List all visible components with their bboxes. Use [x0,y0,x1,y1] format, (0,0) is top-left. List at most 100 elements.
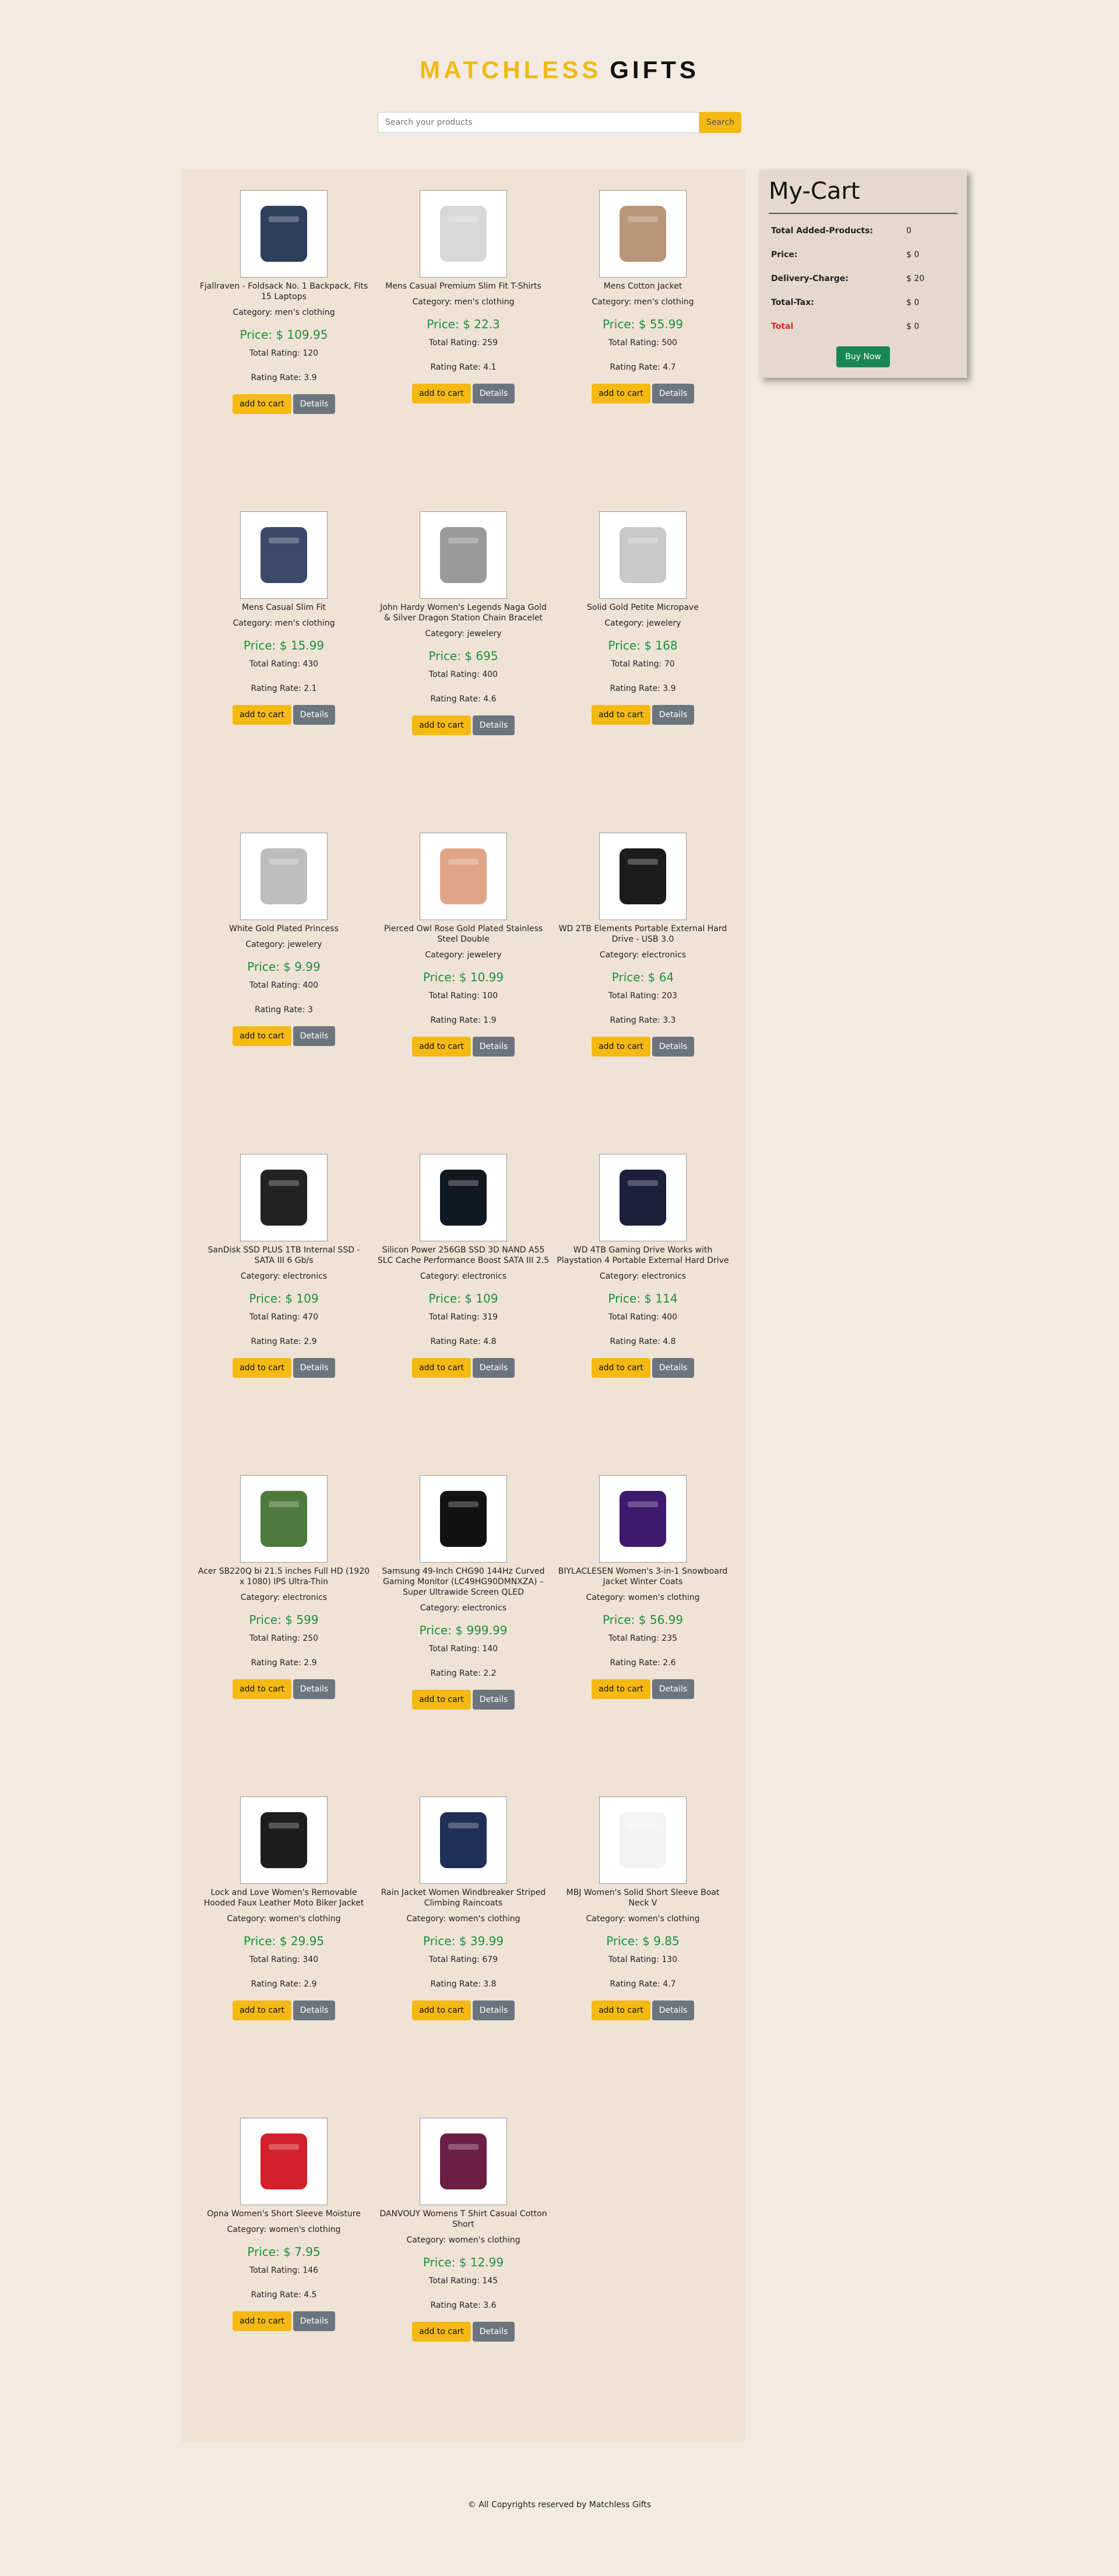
product-image[interactable] [599,833,687,920]
product-image[interactable] [420,1796,507,1884]
product-image[interactable] [420,833,507,920]
details-button[interactable]: Details [473,384,515,403]
curved-monitor-image [440,1491,487,1547]
rating-rate-value: 2.1 [304,684,317,693]
product-image[interactable] [240,1475,328,1563]
search-input[interactable] [378,112,699,133]
category-value: men's clothing [275,619,335,628]
product-rating-rate: Rating Rate: 3.6 [374,2301,553,2310]
details-button[interactable]: Details [652,705,694,725]
product-price: Price: $ 7.95 [194,2245,374,2259]
rating-rate-prefix: Rating Rate: [430,1669,484,1678]
rating-rate-value: 2.9 [304,1658,317,1668]
add-to-cart-button[interactable]: add to cart [592,705,650,725]
search-button[interactable]: Search [699,112,741,133]
product-image[interactable] [240,2118,328,2205]
add-to-cart-button[interactable]: add to cart [233,705,291,725]
details-button[interactable]: Details [293,1679,335,1699]
total-rating-prefix: Total Rating: [608,1312,662,1322]
details-button[interactable]: Details [652,384,694,403]
total-rating-value: 259 [482,338,498,348]
details-button[interactable]: Details [473,715,515,735]
details-button[interactable]: Details [473,2001,515,2020]
product-image[interactable] [240,833,328,920]
total-rating-prefix: Total Rating: [428,1312,483,1322]
product-image[interactable] [240,511,328,599]
add-to-cart-button[interactable]: add to cart [592,1037,650,1057]
product-image[interactable] [420,511,507,599]
details-button[interactable]: Details [652,2001,694,2020]
details-button[interactable]: Details [473,1358,515,1378]
add-to-cart-button[interactable]: add to cart [412,2001,471,2020]
product-category: Category: electronics [374,1272,553,1281]
rating-rate-value: 3 [307,1005,313,1015]
add-to-cart-button[interactable]: add to cart [412,1690,471,1710]
rating-rate-prefix: Rating Rate: [610,1337,663,1346]
details-button[interactable]: Details [652,1037,694,1057]
details-button[interactable]: Details [473,1690,515,1710]
price-value: 15.99 [290,638,325,652]
details-button[interactable]: Details [652,1358,694,1378]
product-image[interactable] [240,1796,328,1884]
rating-rate-prefix: Rating Rate: [610,363,663,372]
product-price: Price: $ 22.3 [374,317,553,331]
product-rating-rate: Rating Rate: 1.9 [374,1016,553,1025]
product-image[interactable] [599,511,687,599]
details-button[interactable]: Details [293,1026,335,1046]
add-to-cart-button[interactable]: add to cart [592,384,650,403]
product-title: WD 2TB Elements Portable External Hard D… [558,924,727,944]
add-to-cart-button[interactable]: add to cart [233,394,291,414]
details-button[interactable]: Details [293,2311,335,2331]
rating-rate-prefix: Rating Rate: [430,2301,484,2310]
buy-now-button[interactable]: Buy Now [836,346,890,367]
product-image[interactable] [599,1475,687,1563]
product-total-rating: Total Rating: 120 [194,349,374,358]
product-image[interactable] [420,1475,507,1563]
add-to-cart-button[interactable]: add to cart [412,384,471,403]
details-button[interactable]: Details [293,394,335,414]
rating-rate-value: 4.7 [663,363,676,372]
add-to-cart-button[interactable]: add to cart [233,2311,291,2331]
category-prefix: Category: [227,2225,269,2234]
add-to-cart-button[interactable]: add to cart [592,1679,650,1699]
details-button[interactable]: Details [293,705,335,725]
add-to-cart-button[interactable]: add to cart [592,2001,650,2020]
product-title: Mens Casual Slim Fit [242,603,326,612]
details-button[interactable]: Details [293,1358,335,1378]
product-image[interactable] [240,190,328,278]
product-card: Silicon Power 256GB SSD 3D NAND A55 SLC … [374,1154,553,1475]
product-image[interactable] [240,1154,328,1241]
cart-value: $ 0 [906,297,920,307]
add-to-cart-button[interactable]: add to cart [233,1679,291,1699]
total-rating-value: 400 [661,1312,678,1322]
product-category: Category: women's clothing [374,1914,553,1924]
cart-row-tax: Total-Tax: $ 0 [769,290,958,314]
product-image[interactable] [599,1154,687,1241]
product-grid: Fjallraven - Foldsack No. 1 Backpack, Fi… [182,169,745,2439]
add-to-cart-button[interactable]: add to cart [412,715,471,735]
product-image[interactable] [420,1154,507,1241]
details-button[interactable]: Details [652,1679,694,1699]
total-rating-prefix: Total Rating: [428,2276,483,2286]
price-prefix: Price: $ [423,1934,470,1948]
product-image[interactable] [420,2118,507,2205]
add-to-cart-button[interactable]: add to cart [233,1358,291,1378]
add-to-cart-button[interactable]: add to cart [592,1358,650,1378]
details-button[interactable]: Details [473,1037,515,1057]
total-rating-prefix: Total Rating: [428,1644,483,1654]
add-to-cart-button[interactable]: add to cart [233,1026,291,1046]
product-image[interactable] [599,190,687,278]
rating-rate-prefix: Rating Rate: [430,1980,484,1989]
add-to-cart-button[interactable]: add to cart [412,1037,471,1057]
add-to-cart-button[interactable]: add to cart [412,2322,471,2342]
product-image[interactable] [420,190,507,278]
total-rating-value: 70 [664,659,675,669]
product-card: BIYLACLESEN Women's 3-in-1 Snowboard Jac… [553,1475,733,1796]
add-to-cart-button[interactable]: add to cart [233,2001,291,2020]
details-button[interactable]: Details [293,2001,335,2020]
add-to-cart-button[interactable]: add to cart [412,1358,471,1378]
details-button[interactable]: Details [473,2322,515,2342]
product-title: Lock and Love Women's Removable Hooded F… [203,1888,364,1908]
product-image[interactable] [599,1796,687,1884]
product-price: Price: $ 114 [553,1291,733,1305]
